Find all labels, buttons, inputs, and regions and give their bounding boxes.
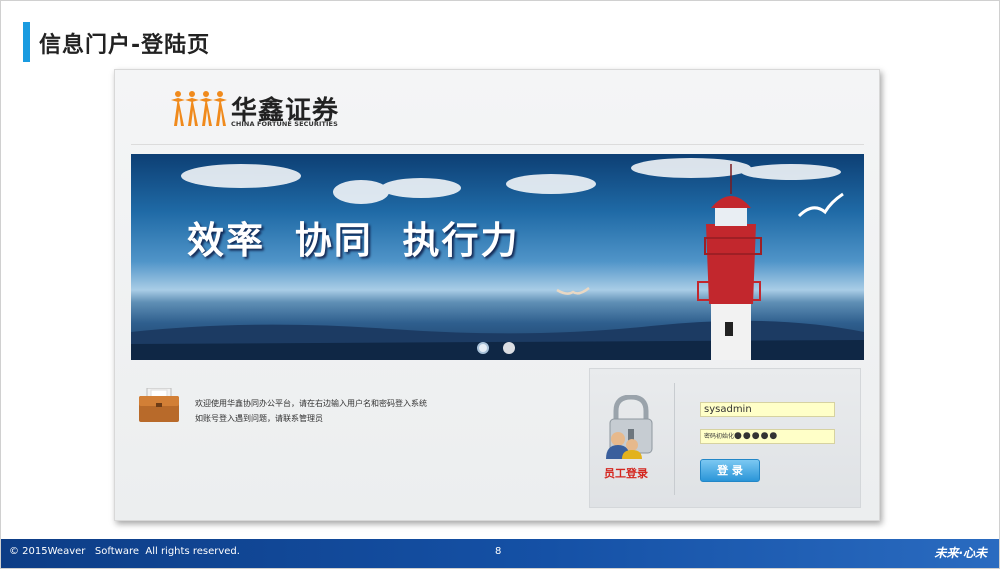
welcome-line-2: 如账号登入遇到问题，请联系管理员	[195, 414, 323, 423]
slide-title: 信息门户-登陆页	[39, 33, 211, 58]
password-mask: ●●●●●	[734, 431, 779, 441]
banner-pager-dot-2[interactable]	[503, 342, 515, 354]
login-page-frame: 华鑫证券 CHINA FORTUNE SECURITIES 效率 协同 执行力 …	[114, 69, 880, 521]
banner-slogan: 效率 协同 执行力	[187, 219, 520, 262]
page-number: 8	[495, 546, 502, 557]
banner-pager-dot-1[interactable]	[477, 342, 489, 354]
login-panel: 员工登录 sysadmin 密码初始化●●●●● 登 录	[589, 368, 861, 508]
welcome-line-1: 欢迎使用华鑫协同办公平台，请在右边输入用户名和密码登入系统	[195, 399, 427, 408]
password-hint: 密码初始化	[704, 433, 735, 440]
login-button[interactable]: 登 录	[700, 459, 760, 482]
login-divider	[674, 383, 675, 495]
title-accent-bar	[23, 22, 30, 62]
footer-bar: © 2015Weaver Software All rights reserve…	[1, 539, 999, 568]
password-field[interactable]: 密码初始化●●●●●	[700, 429, 835, 444]
welcome-message: 欢迎使用华鑫协同办公平台，请在右边输入用户名和密码登入系统 如账号登入遇到问题，…	[195, 396, 427, 426]
header-divider	[131, 144, 864, 145]
four-figures-logo-icon	[171, 91, 227, 126]
copyright-text: © 2015Weaver Software All rights reserve…	[9, 546, 240, 557]
padlock-users-icon	[606, 395, 653, 459]
username-field[interactable]: sysadmin	[700, 402, 835, 417]
slide: 信息门户-登陆页 华鑫证券 CHINA FORTUNE SECURITIES 效…	[0, 0, 1000, 569]
company-logo: 华鑫证券 CHINA FORTUNE SECURITIES	[171, 90, 371, 130]
brand-mark: 未来·心未	[934, 546, 987, 560]
logo-name-en: CHINA FORTUNE SECURITIES	[231, 120, 338, 128]
banner: 效率 协同 执行力	[131, 154, 864, 360]
briefcase-icon	[139, 388, 179, 422]
staff-login-title: 员工登录	[604, 467, 648, 480]
